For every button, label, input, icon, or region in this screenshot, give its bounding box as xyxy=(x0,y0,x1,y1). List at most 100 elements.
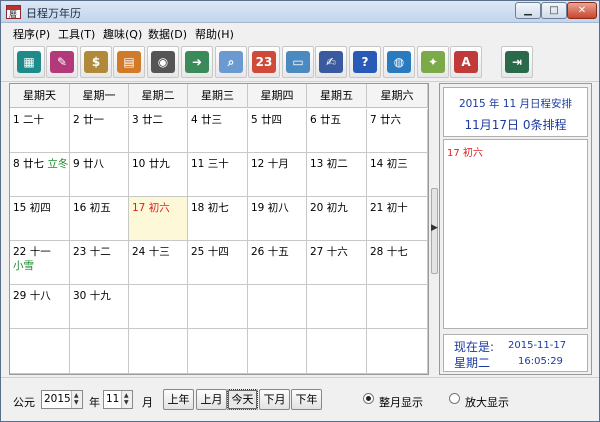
keyboard-button[interactable]: ▦ xyxy=(13,46,45,78)
zoom-view-label[interactable]: 放大显示 xyxy=(465,394,509,410)
solar-day: 28 xyxy=(370,246,384,258)
empty-day-cell[interactable] xyxy=(188,285,248,329)
month-value[interactable]: 11 xyxy=(106,393,119,405)
day-cell-19[interactable]: 19 初八 xyxy=(248,197,307,241)
solar-term: 小雪 xyxy=(13,260,34,272)
schedule-list[interactable]: 17 初六 xyxy=(443,139,588,329)
address-book-button[interactable]: ▤ xyxy=(113,46,145,78)
day-cell-5[interactable]: 5 廿四 xyxy=(248,109,307,153)
next-month-button[interactable]: 下月 xyxy=(259,389,290,410)
day-cell-22[interactable]: 22 十一 小雪 xyxy=(10,241,70,285)
day-cell-21[interactable]: 21 初十 xyxy=(367,197,428,241)
day-cell-20[interactable]: 20 初九 xyxy=(307,197,367,241)
day-cell-4[interactable]: 4 廿三 xyxy=(188,109,248,153)
lunar-day: 二十 xyxy=(23,114,45,126)
empty-day-cell[interactable] xyxy=(248,285,307,329)
prev-year-button[interactable]: 上年 xyxy=(163,389,194,410)
year-spinner[interactable]: 2015 ▲ ▼ xyxy=(41,390,83,409)
empty-day-cell[interactable] xyxy=(248,329,307,374)
navigation-bar: 公元 2015 ▲ ▼ 年 11 ▲ ▼ 月 上年 上月 今天 下月 下年 整月显示… xyxy=(1,377,599,421)
day-cell-23[interactable]: 23 十二 xyxy=(70,241,129,285)
empty-day-cell[interactable] xyxy=(188,329,248,374)
collapse-arrow-icon[interactable]: ▶ xyxy=(431,223,438,233)
minimize-button[interactable]: ▁ xyxy=(515,2,541,19)
day-cell-27[interactable]: 27 十六 xyxy=(307,241,367,285)
day-label: 1 二十 xyxy=(13,113,69,127)
solar-day: 11 xyxy=(191,158,205,170)
solar-day: 12 xyxy=(251,158,265,170)
day-cell-26[interactable]: 26 十五 xyxy=(248,241,307,285)
empty-day-cell[interactable] xyxy=(10,329,70,374)
day-cell-25[interactable]: 25 十四 xyxy=(188,241,248,285)
day-cell-7[interactable]: 7 廿六 xyxy=(367,109,428,153)
day-cell-13[interactable]: 13 初二 xyxy=(307,153,367,197)
day-cell-28[interactable]: 28 十七 xyxy=(367,241,428,285)
schedule-list-item[interactable]: 17 初六 xyxy=(447,144,483,159)
month-view-radio[interactable] xyxy=(363,393,374,404)
solar-day: 4 xyxy=(191,114,198,126)
day-cell-30[interactable]: 30 十九 xyxy=(70,285,129,329)
solar-day: 20 xyxy=(310,202,324,214)
month-spinner[interactable]: 11 ▲ ▼ xyxy=(103,390,133,409)
empty-day-cell[interactable] xyxy=(307,329,367,374)
help-button[interactable]: ? xyxy=(349,46,381,78)
panel-splitter[interactable]: ▶ xyxy=(429,83,439,375)
day-cell-11[interactable]: 11 三十 xyxy=(188,153,248,197)
export-arrow-button[interactable]: ➜ xyxy=(181,46,213,78)
today-button[interactable]: 今天 xyxy=(227,389,258,410)
film-reel-button[interactable]: ◉ xyxy=(147,46,179,78)
money-bag-button[interactable]: $ xyxy=(80,46,112,78)
solar-day: 14 xyxy=(370,158,384,170)
calendar-page-button[interactable]: 23 xyxy=(248,46,280,78)
day-cell-16[interactable]: 16 初五 xyxy=(70,197,129,241)
weekday-header: 星期天 xyxy=(10,84,70,108)
maximize-button[interactable]: □ xyxy=(541,2,567,19)
month-view-label[interactable]: 整月显示 xyxy=(379,394,423,410)
lunar-day: 十三 xyxy=(148,246,170,258)
day-cell-29[interactable]: 29 十八 xyxy=(10,285,70,329)
monitor-button[interactable]: ▭ xyxy=(282,46,314,78)
day-cell-12[interactable]: 12 十月 xyxy=(248,153,307,197)
day-cell-15[interactable]: 15 初四 xyxy=(10,197,70,241)
day-cell-18[interactable]: 18 初七 xyxy=(188,197,248,241)
paint-brush-button[interactable]: ✦ xyxy=(417,46,449,78)
empty-day-cell[interactable] xyxy=(129,285,188,329)
day-cell-3[interactable]: 3 廿二 xyxy=(129,109,188,153)
edit-note-button[interactable]: ✍ xyxy=(315,46,347,78)
globe-button[interactable]: ◍ xyxy=(383,46,415,78)
day-cell-1[interactable]: 1 二十 xyxy=(10,109,70,153)
lunar-day: 廿八 xyxy=(83,158,105,170)
magnifier-button[interactable]: ⌕ xyxy=(215,46,247,78)
day-cell-14[interactable]: 14 初三 xyxy=(367,153,428,197)
empty-day-cell[interactable] xyxy=(307,285,367,329)
empty-day-cell[interactable] xyxy=(367,285,428,329)
notebook-pen-button[interactable]: ✎ xyxy=(46,46,78,78)
menu-tools[interactable]: 工具(T) xyxy=(58,26,95,42)
day-cell-2[interactable]: 2 廿一 xyxy=(70,109,129,153)
day-cell-6[interactable]: 6 廿五 xyxy=(307,109,367,153)
day-cell-9[interactable]: 9 廿八 xyxy=(70,153,129,197)
menu-help[interactable]: 帮助(H) xyxy=(195,26,234,42)
year-spin-arrows[interactable]: ▲ ▼ xyxy=(71,391,82,408)
month-spin-arrows[interactable]: ▲ ▼ xyxy=(121,391,132,408)
empty-day-cell[interactable] xyxy=(129,329,188,374)
day-cell-17[interactable]: 17 初六 xyxy=(129,197,188,241)
empty-day-cell[interactable] xyxy=(70,329,129,374)
current-time-box: 现在是: 2015-11-17 星期二 16:05:29 xyxy=(443,334,588,372)
close-button[interactable]: ✕ xyxy=(567,2,597,19)
day-cell-8[interactable]: 8 廿七 立冬 xyxy=(10,153,70,197)
prev-month-button[interactable]: 上月 xyxy=(196,389,227,410)
next-year-button[interactable]: 下年 xyxy=(291,389,322,410)
day-cell-10[interactable]: 10 廿九 xyxy=(129,153,188,197)
menu-fun[interactable]: 趣味(Q) xyxy=(103,26,142,42)
menu-data[interactable]: 数据(D) xyxy=(148,26,187,42)
day-cell-24[interactable]: 24 十三 xyxy=(129,241,188,285)
empty-day-cell[interactable] xyxy=(367,329,428,374)
exit-door-button[interactable]: ⇥ xyxy=(501,46,533,78)
font-button[interactable]: A xyxy=(450,46,482,78)
year-value[interactable]: 2015 xyxy=(44,393,71,405)
zoom-view-radio[interactable] xyxy=(449,393,460,404)
menu-program[interactable]: 程序(P) xyxy=(13,26,50,42)
solar-day: 25 xyxy=(191,246,205,258)
title-bar[interactable]: 曆 日程万年历 ▁ □ ✕ xyxy=(1,1,599,23)
